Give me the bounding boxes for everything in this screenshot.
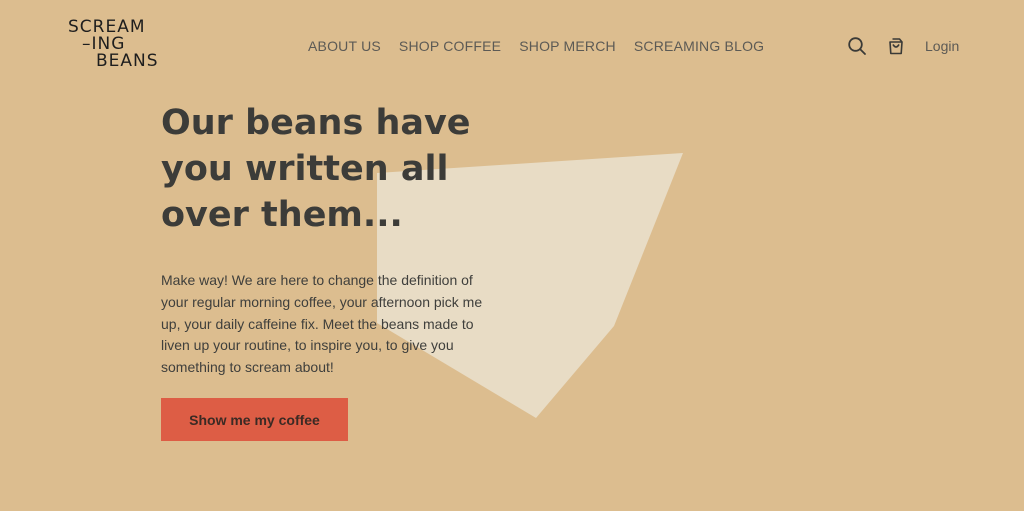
nav-about-us[interactable]: ABOUT US (308, 38, 381, 54)
main-nav: ABOUT US SHOP COFFEE SHOP MERCH SCREAMIN… (308, 38, 764, 54)
nav-screaming-blog[interactable]: SCREAMING BLOG (634, 38, 764, 54)
nav-shop-merch[interactable]: SHOP MERCH (519, 38, 616, 54)
brand-logo[interactable]: SCREAM –ING BEANS (68, 19, 159, 70)
header-actions: Login (846, 35, 959, 57)
logo-line-3: BEANS (96, 51, 159, 71)
cart-button[interactable] (885, 35, 907, 57)
search-button[interactable] (846, 35, 868, 57)
hero-title-line-2: you written all (161, 149, 449, 189)
nav-shop-coffee[interactable]: SHOP COFFEE (399, 38, 501, 54)
hero-title: Our beans have you written all over them… (161, 100, 491, 238)
cart-icon (889, 38, 903, 55)
hero-title-line-1: Our beans have (161, 103, 471, 143)
decorative-shape (377, 153, 683, 418)
login-link[interactable]: Login (925, 38, 959, 54)
hero-description: Make way! We are here to change the defi… (161, 272, 483, 376)
hero-title-line-3: over them... (161, 195, 403, 235)
search-icon (848, 37, 866, 55)
show-coffee-button[interactable]: Show me my coffee (161, 398, 348, 441)
